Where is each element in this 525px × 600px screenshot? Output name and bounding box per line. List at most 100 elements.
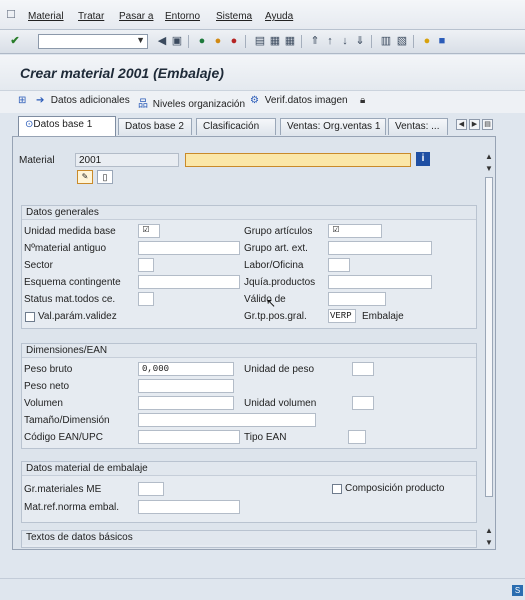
toolbar-separator bbox=[301, 35, 302, 48]
next-page-icon[interactable]: ↓ bbox=[338, 34, 352, 48]
item-cat-value: VERP bbox=[330, 311, 352, 321]
tab-label: Ventas: Org.ventas 1 bbox=[287, 121, 381, 132]
org-levels-icon: 品 bbox=[138, 99, 148, 110]
save-icon[interactable]: ▣ bbox=[170, 34, 184, 48]
menu-entorno[interactable]: Entorno bbox=[165, 11, 200, 22]
check-image-label: Verif.datos imagen bbox=[264, 95, 348, 106]
contingent-field[interactable] bbox=[138, 275, 240, 289]
hierarchy-field[interactable] bbox=[328, 275, 432, 289]
ref-label: Mat.ref.norma embal. bbox=[24, 502, 120, 513]
tab-clasificacion[interactable]: Clasificación bbox=[196, 118, 276, 135]
basic-texts-group: Textos de datos básicos bbox=[21, 530, 477, 548]
ext-group-field[interactable] bbox=[328, 241, 432, 255]
val-params-label: Val.parám.validez bbox=[38, 311, 117, 322]
scroll-down-up-icon[interactable]: ▲ bbox=[483, 525, 495, 537]
prev-page-icon[interactable]: ↑ bbox=[323, 34, 337, 48]
item-cat-desc: Embalaje bbox=[362, 311, 404, 322]
lab-office-label: Labor/Oficina bbox=[244, 260, 304, 271]
vertical-scrollbar[interactable]: ▲ ▼ ▲ ▼ bbox=[483, 149, 495, 549]
ean-field[interactable] bbox=[138, 430, 240, 444]
ean-type-label: Tipo EAN bbox=[244, 432, 287, 443]
back-icon[interactable]: ● bbox=[195, 34, 209, 48]
title-bar: Crear material 2001 (Embalaje) bbox=[0, 55, 525, 91]
ref-field[interactable] bbox=[138, 500, 240, 514]
tab-strip: ⊙Datos base 1 Datos base 2 Clasificación… bbox=[18, 116, 493, 136]
scroll-down-icon[interactable]: ▼ bbox=[483, 537, 495, 549]
gross-weight-field[interactable]: 0,000 bbox=[138, 362, 234, 376]
language-button[interactable]: ✎ bbox=[77, 170, 93, 184]
find-icon[interactable]: ▦ bbox=[268, 34, 282, 48]
new-session-icon[interactable]: ▥ bbox=[379, 34, 393, 48]
unit-field[interactable]: ☑ bbox=[138, 224, 160, 238]
menu-pasar-a[interactable]: Pasar a bbox=[119, 11, 153, 22]
standard-toolbar: ✔ ▼ ◀ ▣ ● ● ● ▤ ▦ ▦ ⇑ ↑ ↓ ⇓ ▥ ▧ ● ■ bbox=[0, 30, 525, 54]
org-icon-button[interactable]: ⊞ bbox=[18, 95, 30, 106]
tab-label: Clasificación bbox=[203, 121, 260, 132]
help-icon[interactable]: ● bbox=[420, 34, 434, 48]
weight-unit-label: Unidad de peso bbox=[244, 364, 315, 375]
command-dropdown-icon[interactable]: ▼ bbox=[136, 35, 145, 45]
item-cat-field[interactable]: VERP bbox=[328, 309, 356, 323]
sector-field[interactable] bbox=[138, 258, 154, 272]
item-cat-label: Gr.tp.pos.gral. bbox=[244, 311, 307, 322]
material-number-field: 2001 bbox=[75, 153, 179, 167]
menu-material[interactable]: Material bbox=[28, 11, 64, 22]
menu-window-icon[interactable]: ☐ bbox=[4, 8, 18, 22]
scroll-up-icon-2[interactable]: ▼ bbox=[483, 163, 495, 175]
last-page-icon[interactable]: ⇓ bbox=[353, 34, 367, 48]
material-description-field[interactable] bbox=[185, 153, 411, 167]
volume-unit-label: Unidad volumen bbox=[244, 398, 317, 409]
menu-tratar[interactable]: Tratar bbox=[78, 11, 104, 22]
tab-ventas-more[interactable]: Ventas: ... bbox=[388, 118, 448, 135]
info-icon[interactable]: i bbox=[416, 152, 430, 166]
general-data-title: Datos generales bbox=[22, 206, 476, 220]
command-field[interactable]: ▼ bbox=[38, 34, 148, 49]
status-bar: S bbox=[0, 578, 525, 600]
menu-ayuda[interactable]: Ayuda bbox=[265, 11, 293, 22]
tab-prev-icon[interactable]: ◀ bbox=[456, 119, 467, 130]
lock-icon[interactable]: 🔒︎ bbox=[360, 95, 365, 106]
volume-unit-field[interactable] bbox=[352, 396, 374, 410]
print-icon[interactable]: ▤ bbox=[253, 34, 267, 48]
material-group-field[interactable]: ☑ bbox=[328, 224, 382, 238]
weight-unit-field[interactable] bbox=[352, 362, 374, 376]
scroll-track[interactable] bbox=[485, 177, 493, 497]
tab-ventas-org[interactable]: Ventas: Org.ventas 1 bbox=[280, 118, 386, 135]
volume-field[interactable] bbox=[138, 396, 234, 410]
gross-weight-value: 0,000 bbox=[142, 364, 170, 374]
packaging-group-field[interactable] bbox=[138, 482, 164, 496]
cancel-icon[interactable]: ● bbox=[227, 34, 241, 48]
packaging-group-label: Gr.materiales ME bbox=[24, 484, 102, 495]
lab-office-field[interactable] bbox=[328, 258, 350, 272]
net-weight-field[interactable] bbox=[138, 379, 234, 393]
size-field[interactable] bbox=[138, 413, 316, 427]
additional-data-label: Datos adicionales bbox=[50, 95, 130, 106]
menu-sistema[interactable]: Sistema bbox=[216, 11, 252, 22]
toolbar-separator bbox=[245, 35, 246, 48]
old-material-field[interactable] bbox=[138, 241, 240, 255]
valid-from-field[interactable] bbox=[328, 292, 386, 306]
back-nav-icon[interactable]: ◀ bbox=[155, 34, 169, 48]
org-levels-button[interactable]: 品 Niveles organización bbox=[138, 95, 245, 110]
old-material-label: Nºmaterial antiguo bbox=[24, 243, 107, 254]
check-image-button[interactable]: ⚙ Verif.datos imagen bbox=[250, 95, 348, 106]
tab-next-icon[interactable]: ▶ bbox=[469, 119, 480, 130]
tab-list-icon[interactable]: ▤ bbox=[482, 119, 493, 130]
enter-check-icon[interactable]: ✔ bbox=[8, 34, 22, 48]
toolbar-separator bbox=[188, 35, 189, 48]
long-text-button[interactable]: ▯ bbox=[97, 170, 113, 184]
layout-icon[interactable]: ■ bbox=[435, 34, 449, 48]
tab-datos-base-2[interactable]: Datos base 2 bbox=[118, 118, 192, 135]
ean-type-field[interactable] bbox=[348, 430, 366, 444]
scroll-up-icon[interactable]: ▲ bbox=[483, 151, 495, 163]
status-field[interactable] bbox=[138, 292, 154, 306]
additional-data-button[interactable]: ➔ Datos adicionales bbox=[36, 95, 130, 106]
exit-icon[interactable]: ● bbox=[211, 34, 225, 48]
sap-status-icon[interactable]: S bbox=[512, 585, 523, 596]
first-page-icon[interactable]: ⇑ bbox=[308, 34, 322, 48]
composition-checkbox[interactable] bbox=[332, 484, 342, 494]
shortcut-icon[interactable]: ▧ bbox=[395, 34, 409, 48]
val-params-checkbox[interactable] bbox=[25, 312, 35, 322]
find-next-icon[interactable]: ▦ bbox=[283, 34, 297, 48]
tab-datos-base-1[interactable]: ⊙Datos base 1 bbox=[18, 116, 116, 136]
